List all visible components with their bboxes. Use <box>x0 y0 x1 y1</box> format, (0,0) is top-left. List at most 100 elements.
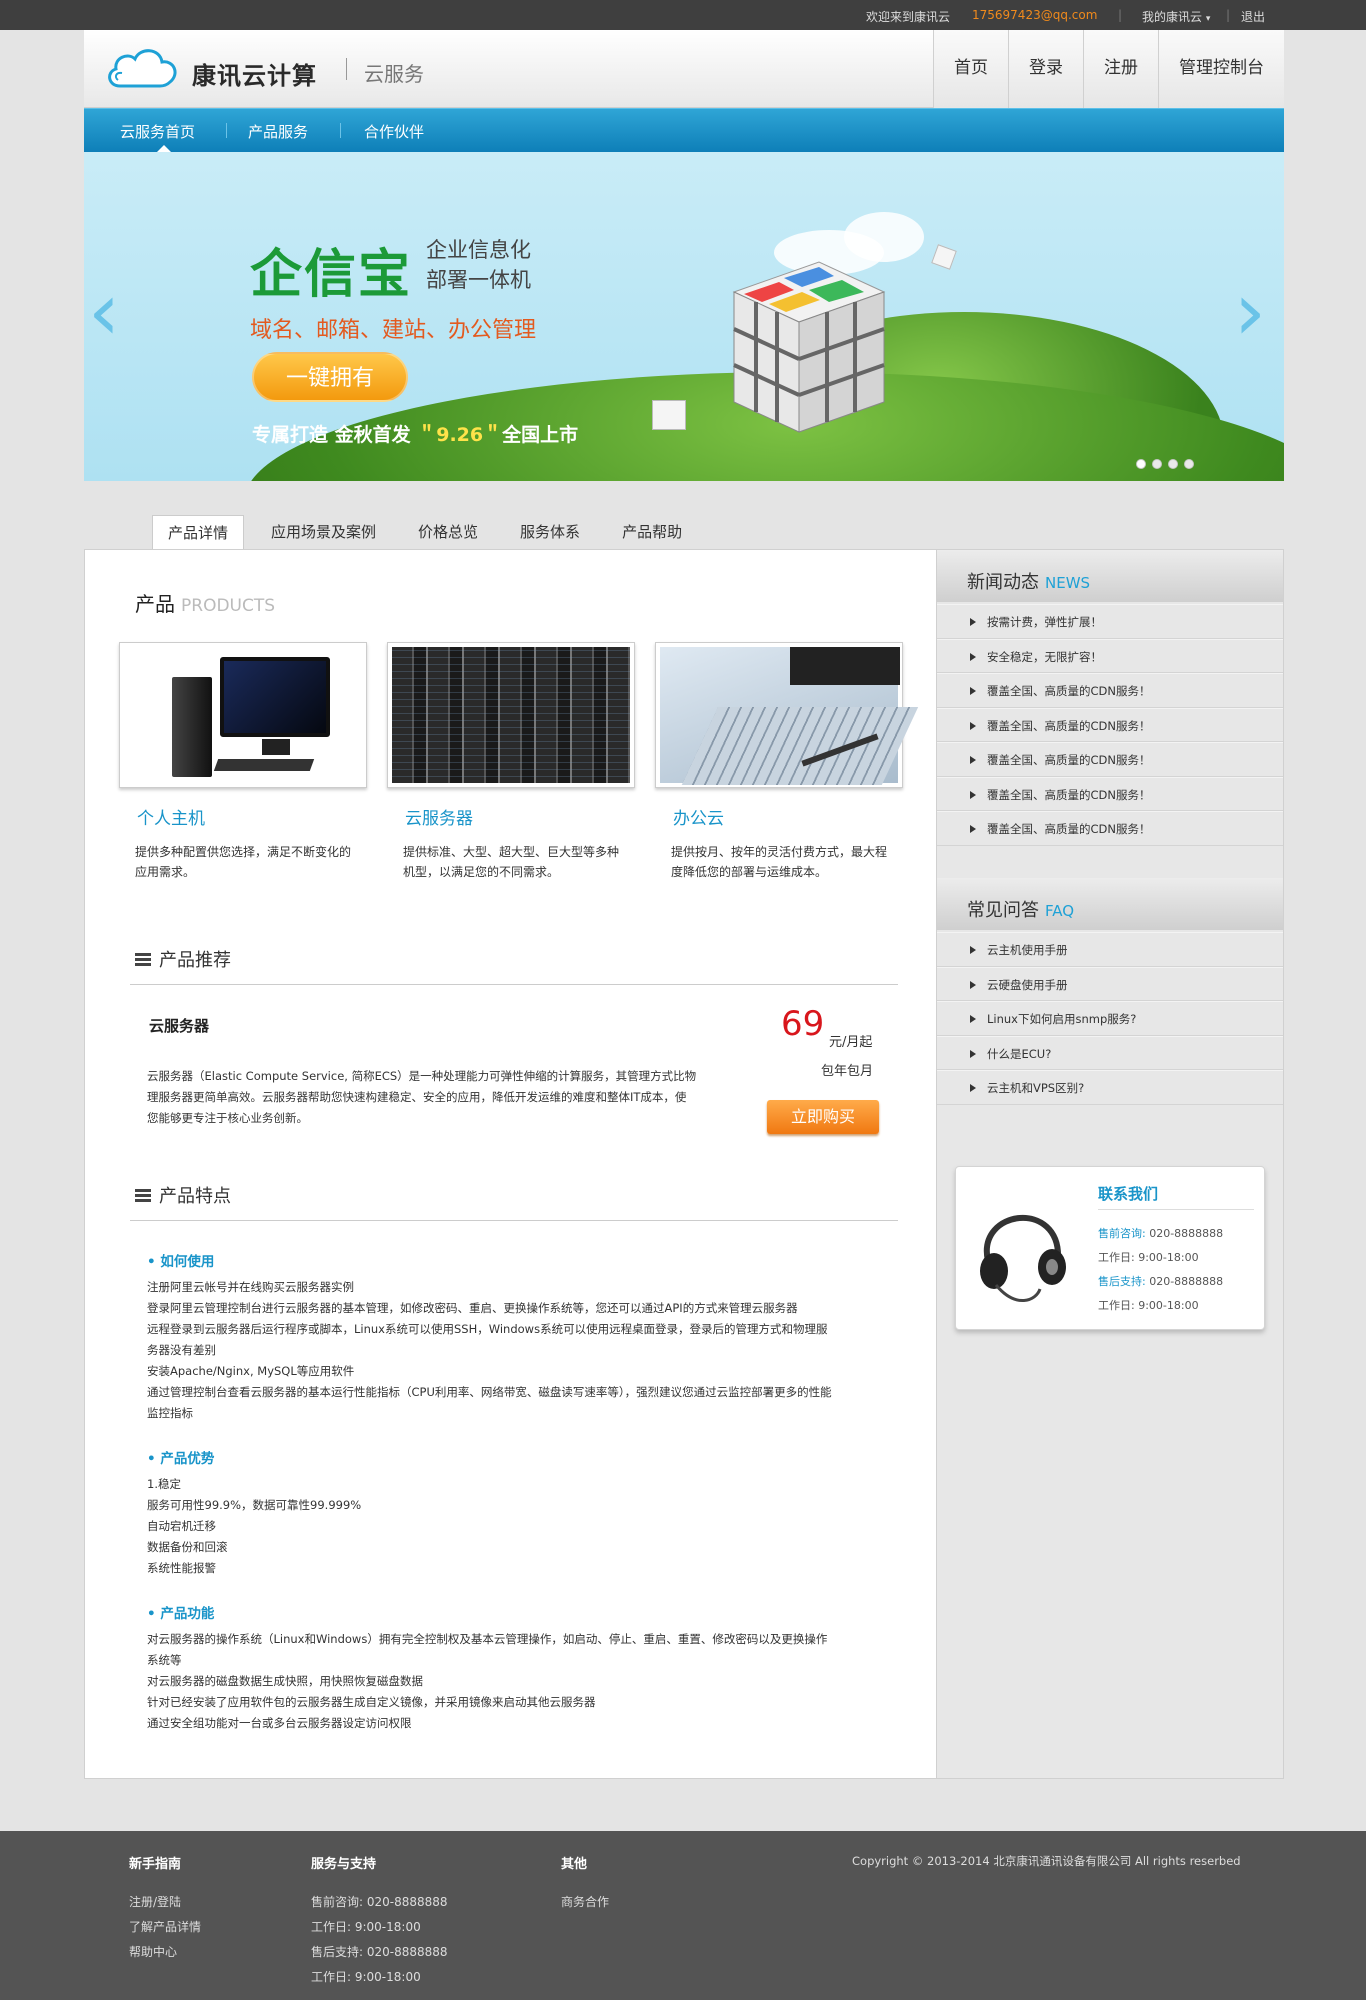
footer-text: 售后支持: 020-8888888 <box>311 1945 448 1959</box>
banner-date: ＂9.26＂ <box>417 424 503 446</box>
tab-help[interactable]: 产品帮助 <box>607 515 697 549</box>
faq-list: 云主机使用手册 云硬盘使用手册 Linux下如何启用snmp服务? 什么是ECU… <box>937 932 1283 1105</box>
carousel-dot[interactable] <box>1184 459 1194 469</box>
carousel-dot[interactable] <box>1152 459 1162 469</box>
feature-line: 系统性能报警 <box>147 1561 216 1575</box>
my-cloud-menu[interactable]: 我的康讯云 ▾ <box>1142 8 1210 25</box>
feature-line: 通过管理控制台查看云服务器的基本运行性能指标（CPU利用率、网络带宽、磁盘读写速… <box>147 1385 832 1420</box>
footer-text: 工作日: 9:00-18:00 <box>311 1920 421 1934</box>
chevron-right-icon[interactable]: › <box>1234 272 1266 352</box>
divider <box>130 1220 898 1221</box>
price-unit: 元/月起 <box>829 1035 873 1050</box>
main-nav: 首页 登录 注册 管理控制台 <box>933 30 1284 108</box>
banner-carousel[interactable]: 企信宝 企业信息化 部署一体机 域名、邮箱、建站、办公管理 一键拥有 专属打造 金… <box>84 152 1284 481</box>
recommend-heading-text: 产品推荐 <box>159 950 231 971</box>
price-subtitle: 包年包月 <box>821 1064 874 1079</box>
divider <box>226 123 227 138</box>
product-card[interactable]: 个人主机 提供多种配置供您选择，满足不断变化的应用需求。 <box>119 642 367 879</box>
news-item[interactable]: 覆盖全国、高质量的CDN服务！ <box>937 742 1283 777</box>
hours-row: 工作日: 9:00-18:00 <box>1098 1251 1199 1264</box>
logout-link[interactable]: 退出 <box>1241 8 1265 25</box>
news-item[interactable]: 安全稳定，无限扩容！ <box>937 638 1283 673</box>
chevron-down-icon: ▾ <box>1205 14 1211 24</box>
logo[interactable]: 康讯云计算 云服务 <box>104 44 424 94</box>
presale-row: 售前咨询: 020-8888888 <box>1098 1225 1223 1241</box>
feature-section-title: • 产品优势 <box>147 1451 215 1467</box>
product-name: 办公云 <box>673 809 724 829</box>
news-heading: 新闻动态 NEWS <box>937 550 1283 602</box>
recommend-title: 云服务器 <box>149 1017 210 1035</box>
cube-illustration-icon <box>732 261 886 433</box>
feature-line: 安装Apache/Nginx, MySQL等应用软件 <box>147 1364 355 1378</box>
footer-link[interactable]: 了解产品详情 <box>129 1918 201 1935</box>
faq-item[interactable]: 云主机和VPS区别? <box>937 1070 1283 1105</box>
tab-scenarios[interactable]: 应用场景及案例 <box>256 515 391 549</box>
carousel-dot[interactable] <box>1136 459 1146 469</box>
footer-link[interactable]: 注册/登陆 <box>129 1893 181 1910</box>
divider: | <box>1226 8 1231 22</box>
subnav-partners[interactable]: 合作伙伴 <box>364 121 424 142</box>
product-desc: 提供按月、按年的灵活付费方式，最大程度降低您的部署与运维成本。 <box>671 845 888 879</box>
footer-link[interactable]: 帮助中心 <box>129 1943 177 1960</box>
recommend-heading: 产品推荐 <box>135 946 231 972</box>
chevron-left-icon[interactable]: ‹ <box>88 272 120 352</box>
divider <box>130 984 898 985</box>
copyright: Copyright © 2013-2014 北京康讯通讯设备有限公司 All r… <box>852 1854 1241 1868</box>
nav-console[interactable]: 管理控制台 <box>1158 30 1284 108</box>
footer-heading: 新手指南 <box>129 1857 182 1872</box>
product-card[interactable]: 办公云 提供按月、按年的灵活付费方式，最大程度降低您的部署与运维成本。 <box>655 642 919 879</box>
nav-register[interactable]: 注册 <box>1083 30 1158 108</box>
news-item[interactable]: 按需计费，弹性扩展！ <box>937 604 1283 639</box>
tab-product-details[interactable]: 产品详情 <box>152 515 245 549</box>
tab-pricing[interactable]: 价格总览 <box>403 515 493 549</box>
banner-brand: 企信宝 <box>250 245 413 305</box>
active-caret-icon <box>157 145 171 152</box>
products-heading: 产品 PRODUCTS <box>135 588 275 617</box>
small-cube-icon <box>652 400 686 430</box>
feature-line: 针对已经安装了应用软件包的云服务器生成自定义镜像，并采用镜像来启动其他云服务器 <box>147 1695 596 1709</box>
subnav-products[interactable]: 产品服务 <box>248 121 308 142</box>
top-bar: 欢迎来到康讯云 175697423@qq.com | 我的康讯云 ▾ | 退出 <box>0 0 1366 30</box>
faq-item[interactable]: Linux下如何启用snmp服务? <box>937 1001 1283 1036</box>
faq-title-en: FAQ <box>1045 902 1075 920</box>
features-heading: 产品特点 <box>135 1182 231 1208</box>
product-image-servers <box>387 642 635 788</box>
product-card[interactable]: 云服务器 提供标准、大型、超大型、巨大型等多种机型，以满足您的不同需求。 <box>387 642 635 879</box>
faq-item[interactable]: 什么是ECU? <box>937 1035 1283 1070</box>
buy-now-button[interactable]: 立即购买 <box>767 1100 879 1134</box>
feature-line: 登录阿里云管理控制台进行云服务器的基本管理，如修改密码、重启、更换操作系统等，您… <box>147 1301 798 1315</box>
feature-section-body: 对云服务器的操作系统（Linux和Windows）拥有完全控制权及基本云管理操作… <box>147 1629 837 1734</box>
news-item[interactable]: 覆盖全国、高质量的CDN服务！ <box>937 776 1283 811</box>
feature-line: 远程登录到云服务器后运行程序或脚本，Linux系统可以使用SSH，Windows… <box>147 1322 828 1357</box>
banner-cta-button[interactable]: 一键拥有 <box>252 352 408 402</box>
logo-subtitle: 云服务 <box>364 62 424 86</box>
news-item[interactable]: 覆盖全国、高质量的CDN服务！ <box>937 811 1283 846</box>
nav-login[interactable]: 登录 <box>1008 30 1083 108</box>
news-list: 按需计费，弹性扩展！ 安全稳定，无限扩容！ 覆盖全国、高质量的CDN服务！ 覆盖… <box>937 604 1283 846</box>
sidebar: 新闻动态 NEWS 按需计费，弹性扩展！ 安全稳定，无限扩容！ 覆盖全国、高质量的… <box>937 549 1284 1779</box>
price-value: 69 <box>781 1004 825 1044</box>
product-name: 个人主机 <box>137 809 205 829</box>
nav-home[interactable]: 首页 <box>933 30 1008 108</box>
feature-line: 对云服务器的磁盘数据生成快照，用快照恢复磁盘数据 <box>147 1674 423 1688</box>
faq-item[interactable]: 云主机使用手册 <box>937 932 1283 967</box>
news-item[interactable]: 覆盖全国、高质量的CDN服务！ <box>937 707 1283 742</box>
aftersale-phone: 020-8888888 <box>1149 1275 1224 1288</box>
faq-item[interactable]: 云硬盘使用手册 <box>937 966 1283 1001</box>
logo-text: 康讯云计算 <box>192 61 317 90</box>
footer-heading: 服务与支持 <box>311 1857 377 1872</box>
carousel-dot[interactable] <box>1168 459 1178 469</box>
feature-section-title: • 产品功能 <box>147 1606 215 1622</box>
sub-nav: 云服务首页 产品服务 合作伙伴 <box>84 108 1284 152</box>
tab-service[interactable]: 服务体系 <box>505 515 595 549</box>
user-email[interactable]: 175697423@qq.com <box>972 8 1097 22</box>
footer-heading: 其他 <box>561 1857 588 1872</box>
news-item[interactable]: 覆盖全国、高质量的CDN服务！ <box>937 673 1283 708</box>
footer-text: 工作日: 9:00-18:00 <box>311 1970 421 1984</box>
list-icon <box>135 1189 151 1203</box>
site-header: 康讯云计算 云服务 首页 登录 注册 管理控制台 <box>84 30 1284 108</box>
my-cloud-label: 我的康讯云 <box>1142 10 1203 24</box>
subnav-cloud-home[interactable]: 云服务首页 <box>120 121 195 142</box>
feature-line: 对云服务器的操作系统（Linux和Windows）拥有完全控制权及基本云管理操作… <box>147 1632 828 1667</box>
footer-link[interactable]: 商务合作 <box>561 1893 609 1910</box>
